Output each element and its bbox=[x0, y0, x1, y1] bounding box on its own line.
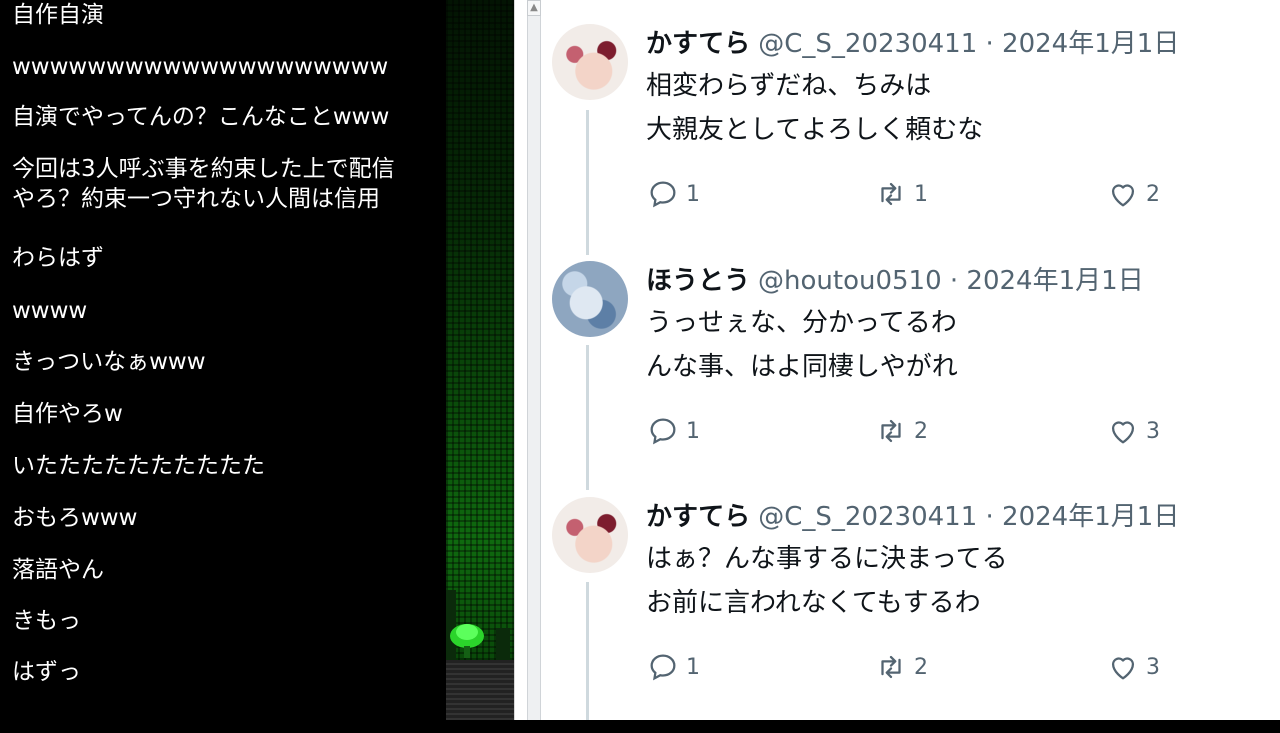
tweet[interactable]: かすてら @C_S_20230411 · 2024年1月1日 相変わらずだね、ちみ… bbox=[552, 24, 1252, 260]
tweet-actions: 1 2 3 bbox=[646, 647, 1206, 687]
chat-message: きっついなぁwww bbox=[12, 349, 206, 375]
like-count: 3 bbox=[1146, 418, 1160, 444]
display-name[interactable]: かすてら bbox=[646, 29, 750, 59]
scrollbar[interactable]: ▲ bbox=[514, 0, 553, 720]
chat-message: 自演でやってんの？こんなことwww bbox=[12, 104, 390, 130]
chat-message: わらはず bbox=[12, 245, 104, 271]
chat-message: はずっ bbox=[12, 659, 81, 685]
like-button[interactable]: 2 bbox=[1106, 174, 1160, 214]
reply-button[interactable]: 1 bbox=[646, 411, 700, 451]
chat-message-line: 今回は3人呼ぶ事を約束した上で配信 bbox=[12, 156, 395, 182]
chat-message: 落語やん bbox=[12, 557, 104, 583]
reply-count: 1 bbox=[686, 418, 700, 444]
chat-message: 自作自演 bbox=[12, 2, 104, 28]
tweet-header: ほうとう @houtou0510 · 2024年1月1日 bbox=[646, 261, 1144, 301]
user-handle[interactable]: @C_S_20230411 bbox=[758, 502, 977, 532]
tweet-actions: 1 1 2 bbox=[646, 174, 1206, 214]
tree-sprite bbox=[450, 624, 484, 658]
tweet[interactable]: かすてら @C_S_20230411 · 2024年1月1日 はぁ？んな事するに決… bbox=[552, 497, 1252, 733]
building-silhouette bbox=[496, 628, 510, 660]
tweet-text-line: はぁ？んな事するに決まってる bbox=[646, 544, 1008, 574]
retweet-icon bbox=[881, 182, 901, 206]
display-name[interactable]: ほうとう bbox=[646, 266, 750, 296]
speech-bubble-icon bbox=[650, 418, 676, 445]
avatar[interactable] bbox=[552, 261, 628, 337]
like-count: 3 bbox=[1146, 654, 1160, 680]
speech-bubble-icon bbox=[650, 654, 676, 681]
like-count: 2 bbox=[1146, 181, 1160, 207]
chat-message: 自作やろw bbox=[12, 401, 123, 427]
heart-icon bbox=[1111, 421, 1135, 444]
retweet-count: 2 bbox=[914, 418, 928, 444]
tweet-text-line: うっせぇな、分かってるわ bbox=[646, 308, 957, 338]
tweet-text-line: お前に言われなくてもするわ bbox=[646, 588, 981, 618]
tweet-header: かすてら @C_S_20230411 · 2024年1月1日 bbox=[646, 497, 1179, 537]
chat-message: wwww bbox=[12, 298, 88, 324]
reply-button[interactable]: 1 bbox=[646, 647, 700, 687]
heart-icon bbox=[1111, 657, 1135, 680]
display-name[interactable]: かすてら bbox=[646, 502, 750, 532]
retweet-button[interactable]: 2 bbox=[874, 647, 928, 687]
retweet-button[interactable]: 1 bbox=[874, 174, 928, 214]
reply-count: 1 bbox=[686, 654, 700, 680]
chat-message-line: やろ？約束一つ守れない人間は信用 bbox=[12, 186, 380, 212]
chat-panel: 自作自演 wwwwwwwwwwwwwwwwwwww 自演でやってんの？こんなこと… bbox=[0, 0, 446, 720]
speech-bubble-icon bbox=[650, 181, 676, 208]
retweet-count: 2 bbox=[914, 654, 928, 680]
like-button[interactable]: 3 bbox=[1106, 647, 1160, 687]
reply-count: 1 bbox=[686, 181, 700, 207]
tweet-body: はぁ？んな事するに決まってる お前に言われなくてもするわ bbox=[646, 537, 1246, 625]
tweet[interactable]: ほうとう @houtou0510 · 2024年1月1日 うっせぇな、分かってるわ… bbox=[552, 261, 1252, 497]
tweet-date[interactable]: · 2024年1月1日 bbox=[986, 502, 1180, 532]
chat-message: いたたたたたたたたたた bbox=[12, 453, 265, 479]
retweet-icon bbox=[881, 655, 901, 679]
chat-message: 今回は3人呼ぶ事を約束した上で配信 やろ？約束一つ守れない人間は信用 bbox=[12, 154, 446, 214]
tweet-text-line: 相変わらずだね、ちみは bbox=[646, 71, 932, 101]
ground-tiles bbox=[446, 660, 514, 720]
tweet-actions: 1 2 3 bbox=[646, 411, 1206, 451]
game-background bbox=[446, 0, 514, 720]
avatar[interactable] bbox=[552, 24, 628, 100]
chat-message: きもっ bbox=[12, 608, 81, 634]
user-handle[interactable]: @C_S_20230411 bbox=[758, 29, 977, 59]
heart-icon bbox=[1111, 184, 1135, 207]
retweet-button[interactable]: 2 bbox=[874, 411, 928, 451]
tweet-header: かすてら @C_S_20230411 · 2024年1月1日 bbox=[646, 24, 1179, 64]
reply-button[interactable]: 1 bbox=[646, 174, 700, 214]
tweet-text-line: 大親友としてよろしく頼むな bbox=[646, 115, 984, 145]
chat-message: wwwwwwwwwwwwwwwwwwww bbox=[12, 54, 389, 80]
user-handle[interactable]: @houtou0510 bbox=[758, 266, 942, 296]
chat-message: おもろwww bbox=[12, 505, 138, 531]
tweet-date[interactable]: · 2024年1月1日 bbox=[950, 266, 1144, 296]
tweet-date[interactable]: · 2024年1月1日 bbox=[986, 29, 1180, 59]
scrollbar-track[interactable] bbox=[527, 0, 541, 720]
tweet-body: 相変わらずだね、ちみは 大親友としてよろしく頼むな bbox=[646, 64, 1246, 152]
retweet-icon bbox=[881, 419, 901, 443]
retweet-count: 1 bbox=[914, 181, 928, 207]
tweet-text-line: んな事、はよ同棲しやがれ bbox=[646, 352, 958, 382]
avatar[interactable] bbox=[552, 497, 628, 573]
tweet-body: うっせぇな、分かってるわ んな事、はよ同棲しやがれ bbox=[646, 301, 1246, 389]
scroll-up-arrow-icon[interactable]: ▲ bbox=[527, 0, 541, 16]
like-button[interactable]: 3 bbox=[1106, 411, 1160, 451]
